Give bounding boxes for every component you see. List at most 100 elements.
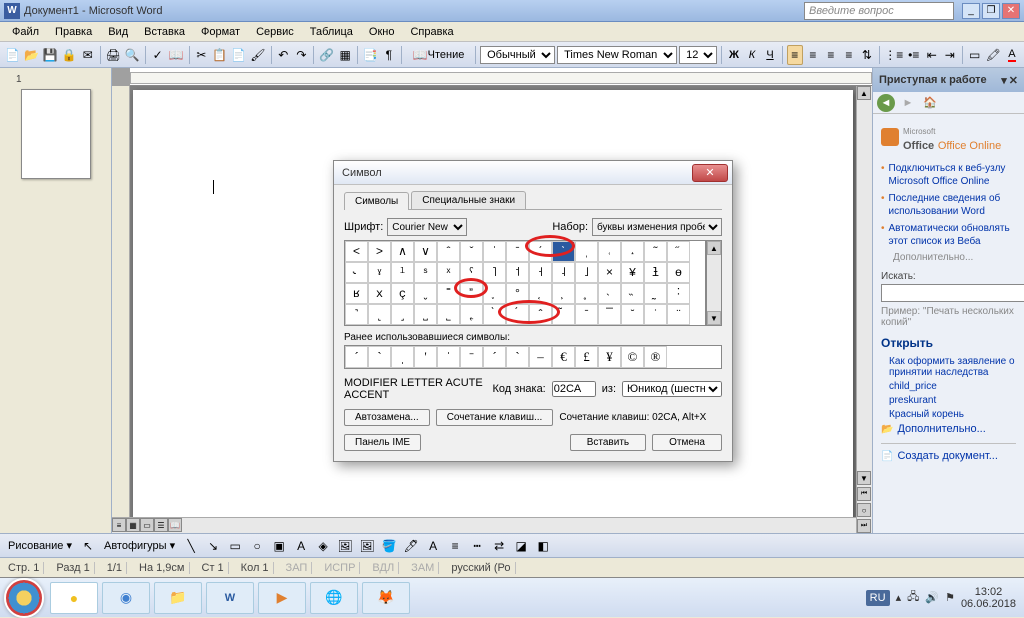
tray-up-icon[interactable]: ▴ [896,591,902,604]
symbol-cell[interactable]: ° [506,283,529,304]
underline-button[interactable]: Ч [762,45,778,65]
recent-symbol-cell[interactable]: € [552,346,575,368]
symbol-cell[interactable]: ˯ [483,283,506,304]
dialog-titlebar[interactable]: Символ ✕ [334,161,732,185]
symbol-cell[interactable]: < [345,241,368,262]
encoding-select[interactable]: Юникод (шестн.) [622,381,722,397]
help-question-input[interactable]: Введите вопрос [804,2,954,20]
horizontal-scrollbar[interactable]: ≡ ▦ ▭ ☰ 📖 [112,517,856,533]
bullets-button[interactable]: •≡ [906,45,922,65]
taskbar-app-chrome[interactable]: 🌐 [310,582,358,614]
restore-button[interactable]: ❐ [982,3,1000,19]
cancel-button[interactable]: Отмена [652,434,722,451]
view-print-button[interactable]: ▭ [140,518,154,532]
shadow-button[interactable]: ◪ [511,536,531,556]
picture-button[interactable]: 🖼 [357,536,377,556]
autoshapes-menu[interactable]: Автофигуры ▾ [100,539,179,552]
view-normal-button[interactable]: ≡ [112,518,126,532]
fill-color-button[interactable]: 🪣 [379,536,399,556]
font-color-button[interactable]: A [1004,45,1020,65]
taskpane-forward-button[interactable]: ► [899,94,917,112]
symbol-cell[interactable]: ˝ [667,241,690,262]
open-button[interactable]: 📂 [23,45,40,65]
symbol-grid-scrollbar[interactable]: ▲ ▼ [706,240,722,326]
symbol-cell[interactable]: ˆ [437,241,460,262]
line-spacing-button[interactable]: ⇅ [859,45,875,65]
browse-object-button[interactable]: ○ [857,503,871,517]
symbol-cell[interactable]: ̂ [529,304,552,325]
recent-symbol-cell[interactable]: ® [644,346,667,368]
vertical-scrollbar[interactable]: ▲ ▼ ⏮ ○ ⏭ [856,86,872,533]
menu-table[interactable]: Таблица [302,24,361,40]
menu-edit[interactable]: Правка [47,24,100,40]
align-left-button[interactable]: ≡ [787,45,803,65]
symbol-cell[interactable]: ˭ [437,283,460,304]
symbol-cell[interactable]: ˮ [460,283,483,304]
tray-clock[interactable]: 13:02 06.06.2018 [961,586,1016,610]
rectangle-button[interactable]: ▭ [225,536,245,556]
symbol-cell[interactable]: ˱ [529,283,552,304]
symbol-cell[interactable]: ˌ [575,241,598,262]
symbol-cell[interactable]: ˳ [575,283,598,304]
wordart-button[interactable]: A [291,536,311,556]
symbol-cell[interactable]: > [368,241,391,262]
insert-button[interactable]: Вставить [570,434,646,451]
recent-symbol-cell[interactable]: © [621,346,644,368]
taskbar-app-firefox[interactable]: 🦊 [362,582,410,614]
vertical-ruler[interactable] [112,86,130,517]
symbol-cell[interactable]: ˡ [391,262,414,283]
symbol-cell[interactable]: ̅ [598,304,621,325]
symbol-cell[interactable]: ˜ [644,241,667,262]
line-button[interactable]: ╲ [181,536,201,556]
numbering-button[interactable]: ⋮≡ [884,45,904,65]
highlight-button[interactable]: 🖍 [985,45,1002,65]
3d-button[interactable]: ◧ [533,536,553,556]
tray-language[interactable]: RU [866,590,890,606]
line-color-button[interactable]: 🖊 [401,536,421,556]
font-color-draw-button[interactable]: A [423,536,443,556]
menu-view[interactable]: Вид [100,24,136,40]
menu-tools[interactable]: Сервис [248,24,302,40]
indent-button[interactable]: ⇥ [942,45,958,65]
symbol-cell[interactable]: ˧ [529,262,552,283]
taskbar-app-cortana[interactable]: ◉ [102,582,150,614]
grid-scroll-down[interactable]: ▼ [707,311,721,325]
tables-button[interactable]: ▦ [337,45,353,65]
autotext-button[interactable]: Автозамена... [344,409,430,426]
view-outline-button[interactable]: ☰ [154,518,168,532]
symbol-cell[interactable]: ˷ [644,283,667,304]
symbol-cell[interactable]: ̈ [667,304,690,325]
symbol-cell[interactable]: ˵ [621,283,644,304]
email-button[interactable]: ✉ [80,45,96,65]
redo-button[interactable]: ↷ [293,45,309,65]
tray-network-icon[interactable]: 🖧 [907,588,919,607]
diagram-button[interactable]: ◈ [313,536,333,556]
thumbnail-page-1[interactable] [21,89,91,179]
spell-button[interactable]: ✓ [150,45,166,65]
taskpane-home-button[interactable]: 🏠 [921,94,939,112]
arrow-button[interactable]: ↘ [203,536,223,556]
paste-button[interactable]: 📄 [230,45,247,65]
symbol-cell[interactable]: ́ [506,304,529,325]
symbol-cell[interactable]: ˢ [414,262,437,283]
symbol-cell[interactable]: ˾ [437,304,460,325]
menu-format[interactable]: Формат [193,24,248,40]
symbol-cell[interactable]: ˴ [598,283,621,304]
align-right-button[interactable]: ≡ [823,45,839,65]
symbol-cell[interactable]: ˤ [460,262,483,283]
recent-doc-2[interactable]: preskurant [889,395,1016,406]
taskpane-search-input[interactable] [881,284,1024,302]
symbol-cell[interactable]: ˥ [483,262,506,283]
char-code-input[interactable] [552,381,596,397]
taskbar-app-media[interactable]: ▶ [258,582,306,614]
select-objects-button[interactable]: ↖ [78,536,98,556]
recent-symbol-cell[interactable]: ˋ [368,346,391,368]
tray-volume-icon[interactable]: 🔊 [925,591,939,604]
format-painter-button[interactable]: 🖌 [249,45,266,65]
shortcut-button[interactable]: Сочетание клавиш... [436,409,554,426]
start-button[interactable] [4,578,44,618]
dash-style-button[interactable]: ┅ [467,536,487,556]
preview-button[interactable]: 🔍 [124,45,141,65]
symbol-cell[interactable]: ˦ [506,262,529,283]
recent-symbol-cell[interactable]: ˋ [506,346,529,368]
